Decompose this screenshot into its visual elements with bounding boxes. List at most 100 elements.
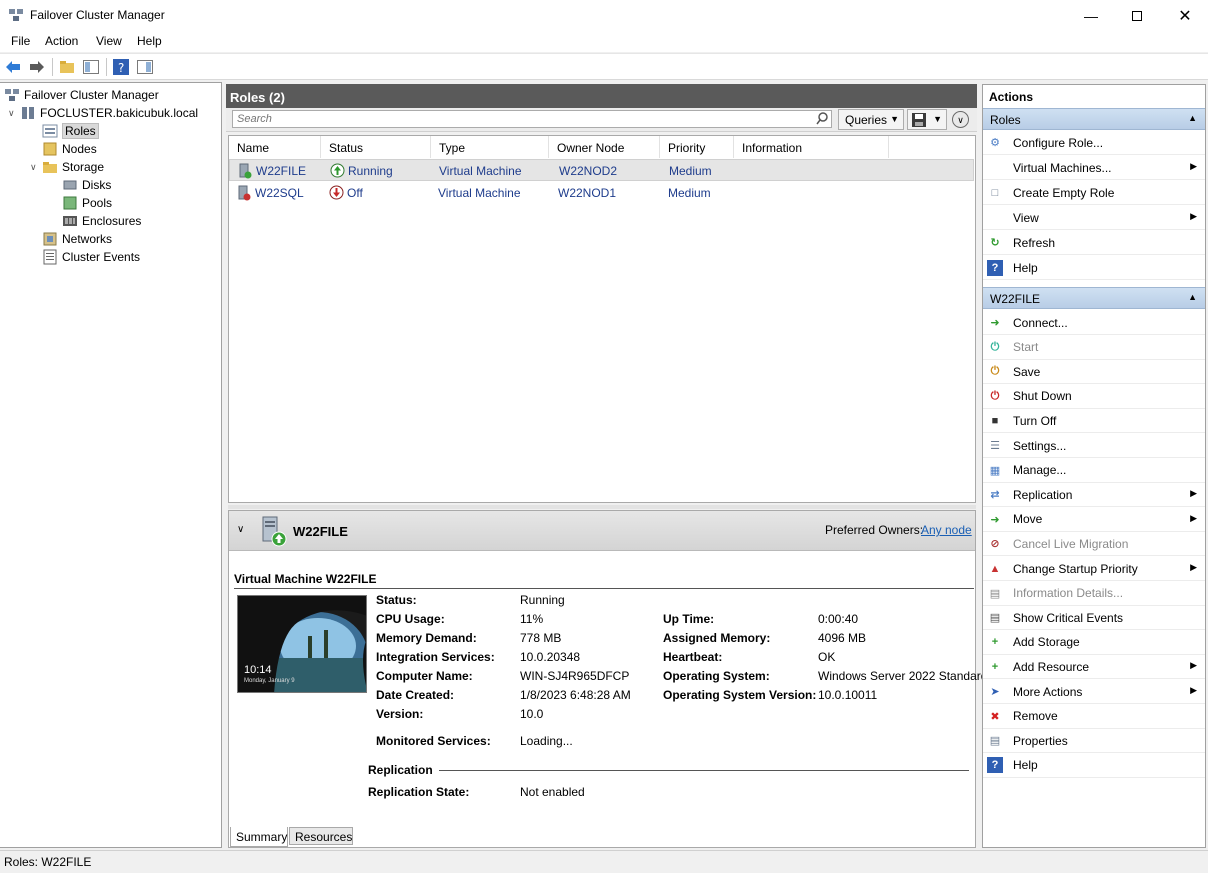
tree-item-cluster[interactable]: ∨ FOCLUSTER.bakicubuk.local bbox=[8, 104, 198, 122]
tree-item-cluster-events[interactable]: Cluster Events bbox=[42, 248, 140, 266]
save-query-button[interactable]: ▼ bbox=[907, 109, 947, 130]
action-manage[interactable]: ▦ Manage... bbox=[983, 459, 1205, 483]
action-shut-down[interactable]: ⏻ Shut Down bbox=[983, 385, 1205, 409]
action-virtual-machines[interactable]: Virtual Machines... ▶ bbox=[983, 156, 1205, 180]
replication-state-value: Not enabled bbox=[520, 785, 585, 799]
column-header-name[interactable]: Name bbox=[229, 136, 321, 158]
move-icon: ➜ bbox=[990, 513, 1000, 526]
close-button[interactable]: ✕ bbox=[1162, 0, 1208, 31]
action-save[interactable]: ⏻ Save bbox=[983, 360, 1205, 385]
menu-file[interactable]: File bbox=[11, 34, 30, 48]
up-folder-icon[interactable] bbox=[58, 58, 76, 76]
tree-item-storage[interactable]: ∨ Storage bbox=[30, 158, 104, 176]
column-header-owner-node[interactable]: Owner Node bbox=[549, 136, 660, 158]
action-add-resource[interactable]: + Add Resource ▶ bbox=[983, 655, 1205, 680]
forward-icon[interactable] bbox=[28, 58, 46, 76]
collapse-icon[interactable]: ∨ bbox=[952, 111, 969, 128]
chevron-down-icon[interactable]: ∨ bbox=[30, 162, 40, 173]
action-connect[interactable]: ➜ Connect... bbox=[983, 311, 1205, 335]
action-information-details[interactable]: ▤ Information Details... bbox=[983, 582, 1205, 606]
toolbar: ? bbox=[0, 53, 1208, 80]
chevron-right-icon: ▶ bbox=[1190, 562, 1197, 572]
chevron-down-icon[interactable]: ∨ bbox=[8, 108, 18, 119]
menu-action[interactable]: Action bbox=[45, 34, 78, 48]
version-label: Version: bbox=[376, 707, 424, 721]
action-show-critical-events[interactable]: ▤ Show Critical Events bbox=[983, 606, 1205, 631]
tree-item-root[interactable]: Failover Cluster Manager bbox=[4, 86, 159, 104]
action-help[interactable]: ? Help bbox=[983, 754, 1205, 778]
replication-state-label: Replication State: bbox=[368, 785, 470, 799]
column-header-status[interactable]: Status bbox=[321, 136, 431, 158]
table-row[interactable]: W22FILE Running Virtual Machine W22NOD2 … bbox=[229, 159, 974, 181]
column-header-priority[interactable]: Priority bbox=[660, 136, 734, 158]
action-remove[interactable]: ✖ Remove bbox=[983, 705, 1205, 729]
chevron-down-icon[interactable]: ∨ bbox=[237, 524, 244, 535]
integration-services-value: 10.0.20348 bbox=[520, 650, 581, 664]
vm-thumb-time: 10:14 bbox=[244, 664, 272, 676]
collapse-icon[interactable]: ▲ bbox=[1188, 113, 1197, 123]
chevron-right-icon: ▶ bbox=[1190, 660, 1197, 671]
settings-icon: ☰ bbox=[990, 440, 1000, 452]
action-properties[interactable]: ▤ Properties bbox=[983, 729, 1205, 754]
chevron-down-icon: ▼ bbox=[890, 114, 899, 124]
vm-thumbnail[interactable]: 10:14 Monday, January 9 bbox=[237, 595, 367, 693]
menu-help[interactable]: Help bbox=[137, 34, 162, 48]
navigation-tree: Failover Cluster Manager ∨ FOCLUSTER.bak… bbox=[0, 82, 222, 848]
action-refresh[interactable]: ↻ Refresh bbox=[983, 231, 1205, 255]
cancel-migration-icon: ⊘ bbox=[990, 538, 1000, 551]
collapse-icon[interactable]: ▲ bbox=[1188, 292, 1197, 302]
action-view[interactable]: View ▶ bbox=[983, 206, 1205, 230]
tree-item-enclosures[interactable]: Enclosures bbox=[62, 212, 141, 230]
action-start[interactable]: ⏻ Start bbox=[983, 336, 1205, 360]
cluster-manager-icon bbox=[9, 9, 23, 21]
tab-summary[interactable]: Summary bbox=[230, 827, 288, 847]
roles-icon bbox=[42, 123, 58, 139]
cluster-manager-icon bbox=[4, 87, 20, 103]
action-change-startup-priority[interactable]: ▲ Change Startup Priority ▶ bbox=[983, 557, 1205, 581]
status-label: Status: bbox=[376, 593, 417, 607]
nodes-icon bbox=[42, 141, 58, 157]
action-move[interactable]: ➜ Move ▶ bbox=[983, 508, 1205, 532]
section-title: Virtual Machine W22FILE bbox=[234, 572, 377, 586]
detail-pane: ∨ W22FILE Preferred Owners: Any node Vir… bbox=[228, 510, 987, 848]
actions-group-w22file[interactable]: W22FILE ▲ bbox=[983, 287, 1205, 309]
action-settings[interactable]: ☰ Settings... bbox=[983, 434, 1205, 458]
detail-title: W22FILE bbox=[293, 524, 348, 539]
maximize-button[interactable] bbox=[1114, 0, 1160, 31]
preferred-owners-link[interactable]: Any node bbox=[921, 523, 972, 537]
properties-icon: ▤ bbox=[989, 735, 1001, 748]
column-header-type[interactable]: Type bbox=[431, 136, 549, 158]
minimize-button[interactable]: — bbox=[1068, 0, 1114, 31]
up-time-label: Up Time: bbox=[663, 612, 715, 626]
action-turn-off[interactable]: ■ Turn Off bbox=[983, 409, 1205, 434]
pool-icon bbox=[62, 195, 78, 211]
tab-resources[interactable]: Resources bbox=[289, 827, 353, 845]
table-row[interactable]: W22SQL Off Virtual Machine W22NOD1 Mediu… bbox=[229, 182, 974, 204]
pane-splitter[interactable] bbox=[228, 505, 976, 509]
tree-item-pools[interactable]: Pools bbox=[62, 194, 112, 212]
back-icon[interactable] bbox=[4, 58, 22, 76]
action-replication[interactable]: ⇄ Replication ▶ bbox=[983, 483, 1205, 508]
tree-item-networks[interactable]: Networks bbox=[42, 230, 112, 248]
action-configure-role[interactable]: ⚙ Configure Role... bbox=[983, 131, 1205, 155]
queries-button[interactable]: Queries ▼ bbox=[838, 109, 904, 130]
action-help[interactable]: ? Help bbox=[983, 256, 1205, 280]
tree-item-nodes[interactable]: Nodes bbox=[42, 140, 97, 158]
action-create-empty-role[interactable]: □ Create Empty Role bbox=[983, 181, 1205, 205]
column-header-information[interactable]: Information bbox=[734, 136, 889, 158]
actions-group-roles[interactable]: Roles ▲ bbox=[983, 108, 1205, 130]
tree-item-roles[interactable]: Roles bbox=[42, 122, 99, 140]
help-icon[interactable]: ? bbox=[112, 58, 130, 76]
menu-view[interactable]: View bbox=[96, 34, 122, 48]
search-input[interactable] bbox=[232, 110, 832, 128]
actions-pane: Actions Roles ▲ ⚙ Configure Role... Virtua… bbox=[982, 84, 1206, 848]
roles-header: Roles (2) bbox=[226, 84, 977, 108]
tree-item-disks[interactable]: Disks bbox=[62, 176, 111, 194]
action-pane-icon[interactable] bbox=[136, 58, 154, 76]
show-tree-icon[interactable] bbox=[82, 58, 100, 76]
action-cancel-live-migration[interactable]: ⊘ Cancel Live Migration bbox=[983, 532, 1205, 557]
search-icon[interactable] bbox=[816, 112, 829, 128]
action-more-actions[interactable]: ➤ More Actions ▶ bbox=[983, 680, 1205, 704]
action-add-storage[interactable]: + Add Storage bbox=[983, 631, 1205, 655]
chevron-right-icon: ▶ bbox=[1190, 685, 1197, 695]
